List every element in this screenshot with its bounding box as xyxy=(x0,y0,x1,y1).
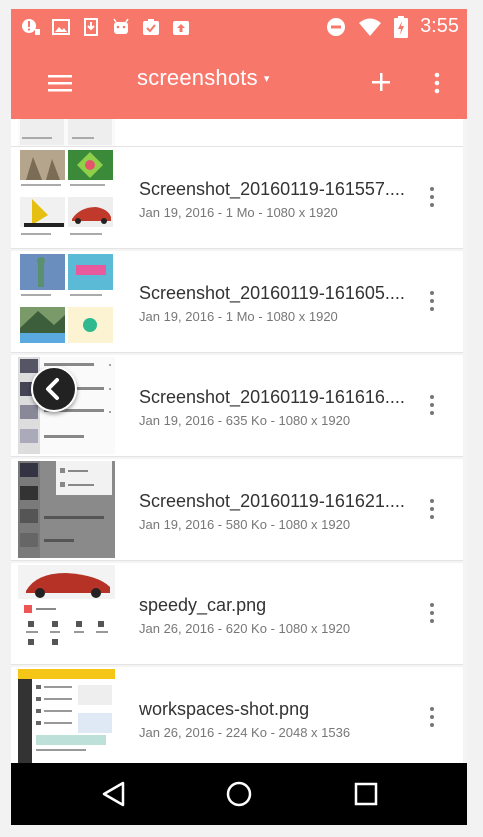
more-vert-icon[interactable] xyxy=(425,601,439,625)
thumbnail-image xyxy=(18,669,115,763)
list-item[interactable]: Screenshot_20160119-161605.... Jan 19, 2… xyxy=(11,251,463,353)
file-meta: Jan 19, 2016 - 635 Ko - 1080 x 1920 xyxy=(139,413,350,428)
list-item-partial[interactable] xyxy=(11,119,463,147)
meta-separator: - xyxy=(214,725,226,740)
battery-charging-icon xyxy=(394,15,409,38)
list-item[interactable]: Screenshot_20160119-161557.... Jan 19, 2… xyxy=(11,147,463,249)
file-meta: Jan 19, 2016 - 580 Ko - 1080 x 1920 xyxy=(139,517,350,532)
status-system-icons: 3:55 xyxy=(326,15,459,38)
more-vert-icon[interactable] xyxy=(425,705,439,729)
file-name: speedy_car.png xyxy=(139,595,267,615)
caret-down-icon: ▾ xyxy=(263,72,270,85)
chevron-left-icon xyxy=(46,378,59,400)
file-size: 224 Ko xyxy=(225,725,267,740)
file-name: Screenshot_20160119-161557.... xyxy=(139,179,405,199)
meta-separator: - xyxy=(214,205,226,220)
meta-separator: - xyxy=(214,621,226,636)
file-meta: Jan 26, 2016 - 620 Ko - 1080 x 1920 xyxy=(139,621,350,636)
meta-separator: - xyxy=(214,517,226,532)
file-meta: Jan 19, 2016 - 1 Mo - 1080 x 1920 xyxy=(139,205,338,220)
file-dimensions: 1080 x 1920 xyxy=(278,413,351,428)
image-icon xyxy=(52,19,70,35)
do-not-disturb-icon xyxy=(327,17,346,36)
thumbnail-image xyxy=(18,461,115,558)
meta-separator: - xyxy=(214,309,226,324)
meta-separator: - xyxy=(266,725,279,740)
meta-separator: - xyxy=(266,517,279,532)
clock-time: 3:55 xyxy=(420,15,459,37)
file-dimensions: 2048 x 1536 xyxy=(278,725,351,740)
add-icon[interactable] xyxy=(367,67,395,97)
file-date: Jan 26, 2016 xyxy=(139,725,215,740)
file-name: Screenshot_20160119-161605.... xyxy=(139,283,405,303)
app-bar: screenshots ▾ xyxy=(11,47,467,119)
list-item[interactable]: Screenshot_20160119-161621.... Jan 19, 2… xyxy=(11,459,463,561)
list-item[interactable]: speedy_car.png Jan 26, 2016 - 620 Ko - 1… xyxy=(11,563,463,665)
thumbnail-image xyxy=(18,149,115,246)
task-check-icon xyxy=(143,19,159,35)
android-icon xyxy=(113,18,129,34)
recents-square-icon[interactable] xyxy=(351,779,381,809)
phone-screen: 3:55 screenshots ▾ Screenshot_20160119-1… xyxy=(11,9,467,825)
notification-alert-icon xyxy=(22,19,40,35)
camera-upload-icon xyxy=(173,21,189,35)
file-size: 635 Ko xyxy=(225,413,267,428)
back-triangle-icon[interactable] xyxy=(99,779,129,809)
more-vert-icon[interactable] xyxy=(425,289,439,313)
file-size: 1 Mo xyxy=(225,309,255,324)
meta-separator: - xyxy=(254,309,267,324)
more-vert-icon[interactable] xyxy=(427,69,447,97)
meta-separator: - xyxy=(266,413,279,428)
file-dimensions: 1080 x 1920 xyxy=(278,621,351,636)
file-date: Jan 26, 2016 xyxy=(139,621,215,636)
file-size: 580 Ko xyxy=(225,517,267,532)
more-vert-icon[interactable] xyxy=(425,497,439,521)
floating-back-button[interactable] xyxy=(31,366,77,412)
list-item[interactable]: Screenshot_20160119-161616.... Jan 19, 2… xyxy=(11,355,463,457)
wifi-icon xyxy=(359,18,382,36)
meta-separator: - xyxy=(266,621,279,636)
file-size: 620 Ko xyxy=(225,621,267,636)
file-dimensions: 1080 x 1920 xyxy=(278,517,351,532)
file-dimensions: 1080 x 1920 xyxy=(266,205,338,220)
file-name: Screenshot_20160119-161621.... xyxy=(139,491,405,511)
file-date: Jan 19, 2016 xyxy=(139,517,215,532)
file-date: Jan 19, 2016 xyxy=(139,413,215,428)
thumbnail-image xyxy=(18,253,115,350)
more-vert-icon[interactable] xyxy=(425,393,439,417)
status-notification-icons xyxy=(21,17,191,37)
file-list[interactable]: Screenshot_20160119-161557.... Jan 19, 2… xyxy=(11,119,467,763)
menu-icon[interactable] xyxy=(46,69,74,97)
download-icon xyxy=(84,18,98,36)
file-meta: Jan 26, 2016 - 224 Ko - 2048 x 1536 xyxy=(139,725,350,740)
meta-separator: - xyxy=(214,413,226,428)
navigation-bar xyxy=(11,763,467,825)
home-circle-icon[interactable] xyxy=(224,779,254,809)
file-name: Screenshot_20160119-161616.... xyxy=(139,387,405,407)
file-date: Jan 19, 2016 xyxy=(139,309,215,324)
file-name: workspaces-shot.png xyxy=(139,699,310,719)
list-item[interactable]: workspaces-shot.png Jan 26, 2016 - 224 K… xyxy=(11,667,463,763)
thumbnail-image xyxy=(18,119,115,146)
file-dimensions: 1080 x 1920 xyxy=(266,309,338,324)
file-size: 1 Mo xyxy=(225,205,255,220)
file-meta: Jan 19, 2016 - 1 Mo - 1080 x 1920 xyxy=(139,309,338,324)
status-bar: 3:55 xyxy=(11,9,467,47)
meta-separator: - xyxy=(254,205,267,220)
file-date: Jan 19, 2016 xyxy=(139,205,215,220)
more-vert-icon[interactable] xyxy=(425,185,439,209)
folder-selector[interactable]: screenshots ▾ xyxy=(137,65,269,91)
page-title: screenshots xyxy=(137,65,258,90)
thumbnail-image xyxy=(18,565,115,662)
